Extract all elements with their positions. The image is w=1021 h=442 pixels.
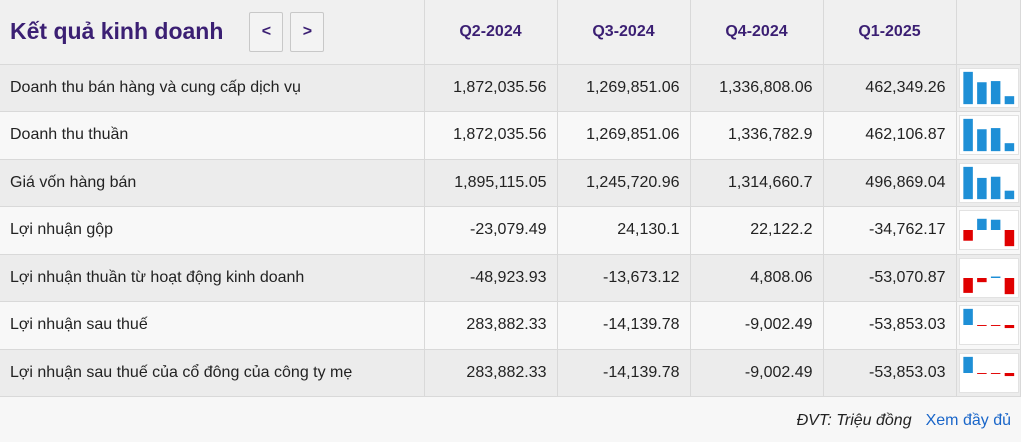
cell-value: 462,349.26 [823,64,957,112]
table-row: Doanh thu bán hàng và cung cấp dịch vụ 1… [0,64,1021,112]
table-row: Giá vốn hàng bán 1,895,115.05 1,245,720.… [0,159,1021,207]
header-row: Kết quả kinh doanh < > Q2-2024 Q3-2024 Q… [0,0,1021,65]
prev-period-button[interactable]: < [249,11,284,52]
sparkline-bar [976,177,987,199]
row-label: Doanh thu thuần [0,111,425,160]
sparkline-bar [1004,95,1014,104]
sparkline-bar [1004,277,1014,294]
sparkline-bar [962,230,973,241]
sparkline-bar [976,325,987,327]
cell-value: -13,673.12 [557,254,691,302]
period-header: Q2-2024 [424,0,558,65]
cell-value: 4,808.06 [690,254,824,302]
sparkline-bar [990,128,1000,152]
table-row: Lợi nhuận gộp -23,079.49 24,130.1 22,122… [0,206,1021,255]
table-footer: ĐVT: Triệu đồng Xem đầy đủ [797,412,1011,430]
sparkline-cell [956,349,1021,397]
cell-value: 1,336,808.06 [690,64,824,112]
sparkline-bar [962,119,973,152]
sparkline-bar [1004,372,1014,376]
sparkline-cell [956,254,1021,302]
sparkline-chart [958,67,1019,108]
sparkline-bar [990,80,1000,104]
cell-value: 283,882.33 [424,349,558,397]
sparkline-bar [962,71,973,104]
sparkline-bar [1004,325,1014,329]
cell-value: -9,002.49 [690,349,824,397]
sparkline-chart [958,115,1019,156]
sparkline-bar [962,356,973,373]
sparkline-chart [958,257,1019,298]
unit-note: ĐVT: Triệu đồng [796,412,912,429]
row-label: Giá vốn hàng bán [0,159,425,207]
sparkline-bar [976,129,987,152]
cell-value: -14,139.78 [557,349,691,397]
sparkline-bar [1004,230,1014,247]
sparkline-header [956,0,1021,65]
sparkline-bar [976,219,987,231]
cell-value: 1,872,035.56 [424,64,558,112]
cell-value: 24,130.1 [557,206,691,255]
sparkline-bar [990,325,1000,327]
row-label: Lợi nhuận sau thuế của cổ đông của công … [0,349,425,397]
cell-value: 1,895,115.05 [424,159,558,207]
sparkline-cell [956,159,1021,207]
cell-value: -53,070.87 [823,254,957,302]
sparkline-bar [976,372,987,374]
title-cell: Kết quả kinh doanh < > [0,0,425,65]
sparkline-cell [956,301,1021,350]
next-period-button[interactable]: > [290,11,325,52]
row-label: Doanh thu bán hàng và cung cấp dịch vụ [0,64,425,112]
period-header: Q4-2024 [690,0,824,65]
sparkline-bar [990,219,1000,231]
cell-value: 1,314,660.7 [690,159,824,207]
sparkline-bar [976,81,987,104]
cell-value: 1,269,851.06 [557,64,691,112]
cell-value: -23,079.49 [424,206,558,255]
cell-value: -14,139.78 [557,301,691,350]
table-row: Lợi nhuận sau thuế của cổ đông của công … [0,349,1021,397]
sparkline-bar [990,176,1000,199]
table-row: Doanh thu thuần 1,872,035.56 1,269,851.0… [0,111,1021,160]
sparkline-cell [956,206,1021,255]
sparkline-chart [958,210,1019,251]
page-title: Kết quả kinh doanh [10,18,224,45]
sparkline-chart [958,162,1019,203]
sparkline-bar [962,309,973,326]
cell-value: -53,853.03 [823,301,957,350]
cell-value: 496,869.04 [823,159,957,207]
period-header: Q1-2025 [823,0,957,65]
sparkline-chart [958,352,1019,393]
table-row: Lợi nhuận sau thuế 283,882.33 -14,139.78… [0,301,1021,350]
cell-value: -9,002.49 [690,301,824,350]
sparkline-chart [958,305,1019,346]
row-label: Lợi nhuận thuần từ hoạt động kinh doanh [0,254,425,302]
cell-value: -53,853.03 [823,349,957,397]
sparkline-bar [962,166,973,199]
cell-value: 1,245,720.96 [557,159,691,207]
row-label: Lợi nhuận sau thuế [0,301,425,350]
sparkline-bar [990,276,1000,278]
cell-value: -48,923.93 [424,254,558,302]
view-full-link[interactable]: Xem đầy đủ [926,412,1011,430]
cell-value: 1,269,851.06 [557,111,691,160]
cell-value: 22,122.2 [690,206,824,255]
cell-value: 1,336,782.9 [690,111,824,160]
cell-value: -34,762.17 [823,206,957,255]
sparkline-bar [1004,190,1014,199]
sparkline-cell [956,111,1021,160]
row-label: Lợi nhuận gộp [0,206,425,255]
sparkline-bar [1004,143,1014,152]
business-results-table: Kết quả kinh doanh < > Q2-2024 Q3-2024 Q… [0,0,1021,397]
sparkline-cell [956,64,1021,112]
cell-value: 283,882.33 [424,301,558,350]
cell-value: 1,872,035.56 [424,111,558,160]
cell-value: 462,106.87 [823,111,957,160]
sparkline-bar [962,277,973,293]
sparkline-bar [990,372,1000,374]
period-header: Q3-2024 [557,0,691,65]
sparkline-bar [976,277,987,282]
table-row: Lợi nhuận thuần từ hoạt động kinh doanh … [0,254,1021,302]
